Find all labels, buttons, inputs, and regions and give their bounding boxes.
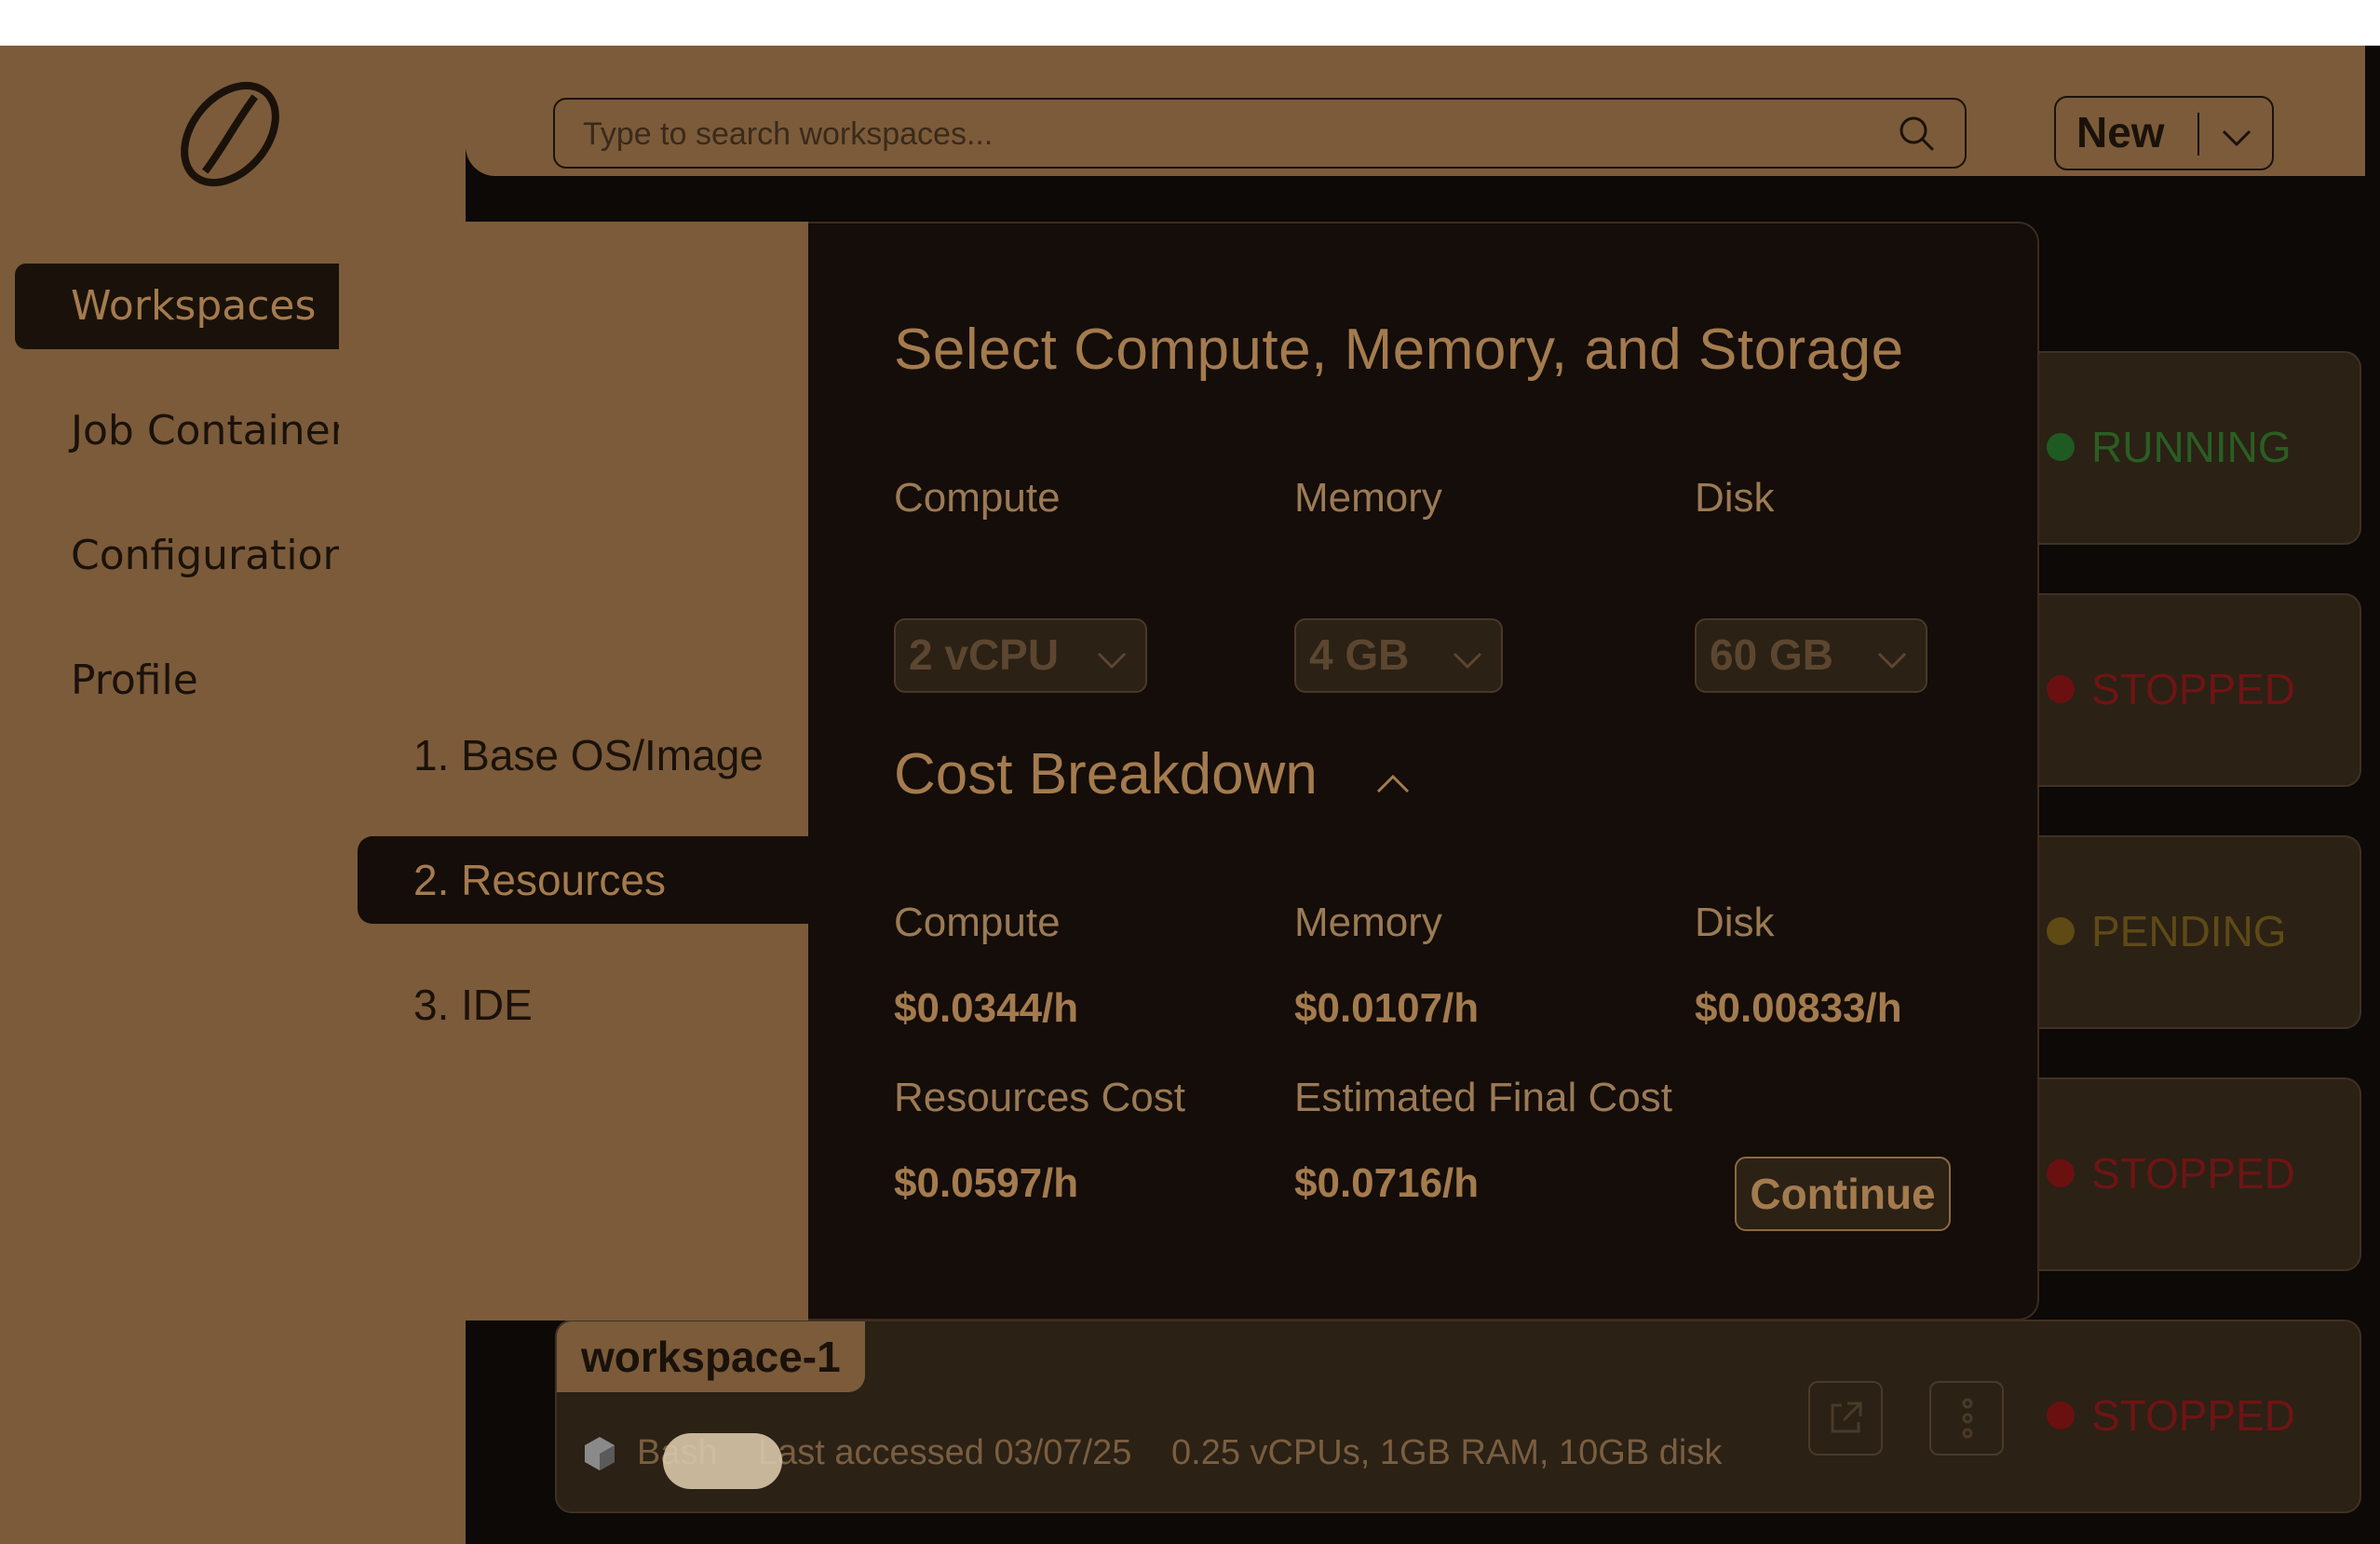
status-dot-icon [2047,674,2075,703]
new-workspace-button[interactable]: New [2054,96,2274,170]
chevron-up-icon[interactable] [1373,764,1413,805]
memory-select-value: 4 GB [1309,630,1410,679]
disk-label: Disk [1695,475,1775,521]
cost-disk-value: $0.00833/h [1695,985,1902,1031]
continue-button[interactable]: Continue [1735,1157,1951,1231]
search-box [553,98,1967,169]
workspace-last-accessed: Last accessed 03/07/25 [758,1433,1132,1472]
step-base-os-image[interactable]: 1. Base OS/Image [339,711,808,799]
disk-select[interactable]: 60 GB [1695,618,1927,693]
kebab-menu-icon [1962,1398,1973,1439]
chevron-down-icon [1877,652,1907,670]
compute-label: Compute [894,475,1061,521]
cost-disk-label: Disk [1695,900,1775,945]
step-resources[interactable]: 2. Resources [358,836,808,924]
estimated-final-cost-label: Estimated Final Cost [1294,1075,1672,1120]
external-link-icon [1831,1402,1862,1433]
status-dot-icon [2047,1158,2075,1187]
wizard-steps: 1. Base OS/Image 2. Resources 3. IDE [339,222,808,1321]
status-dot-icon [2047,432,2075,461]
status-badge: STOPPED [2047,1387,2295,1441]
memory-label: Memory [1294,475,1442,521]
top-bar: New [466,46,2365,176]
cost-memory-label: Memory [1294,900,1442,945]
chevron-down-icon [1097,652,1127,670]
create-workspace-modal: 1. Base OS/Image 2. Resources 3. IDE Sel… [339,222,2039,1321]
bash-shell-icon [585,1437,615,1470]
status-badge: RUNNING [2047,418,2292,472]
coffee-bean-logo-icon [181,81,279,187]
new-button-divider [2197,113,2199,156]
resources-cost-label: Resources Cost [894,1075,1186,1120]
workspace-specs: 0.25 vCPUs, 1GB RAM, 10GB disk [1171,1433,1723,1472]
compute-select[interactable]: 2 vCPU [894,618,1147,693]
status-dot-icon [2047,916,2075,945]
cost-compute-value: $0.0344/h [894,985,1079,1031]
modal-title: Select Compute, Memory, and Storage [894,318,1904,382]
compute-select-value: 2 vCPU [909,630,1060,679]
resources-cost-value: $0.0597/h [894,1160,1079,1206]
status-badge: PENDING [2047,902,2287,956]
modal-content: Select Compute, Memory, and Storage Comp… [808,222,2039,1321]
open-external-button[interactable] [1808,1381,1883,1456]
step-ide[interactable]: 3. IDE [339,961,808,1049]
search-input[interactable] [581,100,1888,169]
new-button-label: New [2076,108,2165,156]
search-icon[interactable] [1898,115,1935,152]
chevron-down-icon [1453,652,1482,670]
disk-select-value: 60 GB [1710,630,1833,679]
status-badge: STOPPED [2047,1144,2295,1199]
workspace-card-workspace-1[interactable]: workspace-1 Bash Last accessed 03/07/25 … [555,1320,2361,1513]
chevron-down-icon[interactable] [2220,120,2253,154]
cost-memory-value: $0.0107/h [1294,985,1480,1031]
app-window: Workspaces Job Containers Configurations… [0,46,2380,1544]
pagination-handle[interactable] [663,1433,782,1489]
memory-select[interactable]: 4 GB [1294,618,1503,693]
estimated-final-cost-value: $0.0716/h [1294,1160,1480,1206]
workspace-name: workspace-1 [557,1321,865,1392]
cost-breakdown-title: Cost Breakdown [894,742,1318,806]
status-dot-icon [2047,1401,2075,1429]
more-options-button[interactable] [1929,1381,2004,1456]
cost-compute-label: Compute [894,900,1061,945]
status-badge: STOPPED [2047,660,2295,714]
